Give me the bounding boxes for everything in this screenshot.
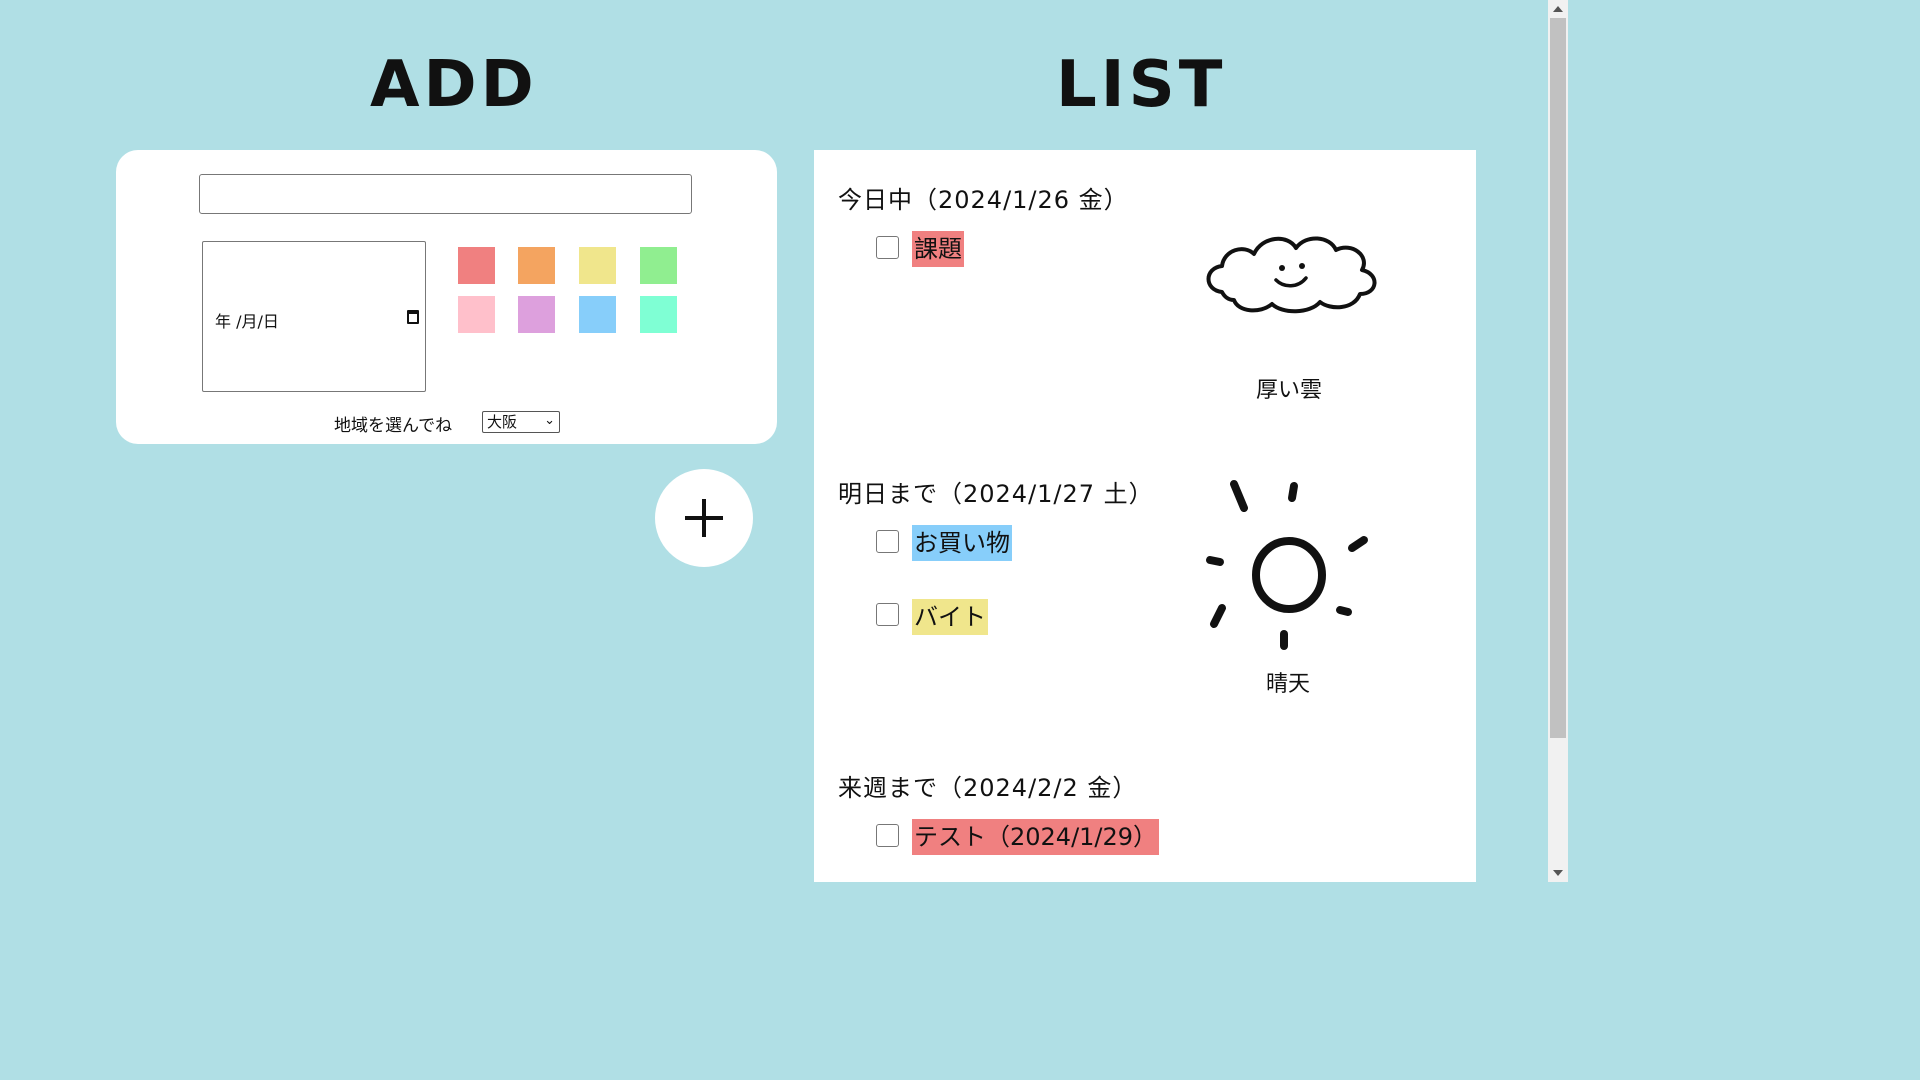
group-title-tomorrow: 明日まで（2024/1/27 土） <box>838 480 1154 508</box>
color-swatch-green[interactable] <box>640 247 677 284</box>
scroll-down-arrow-icon[interactable] <box>1553 870 1563 876</box>
add-form-card: 年 /月/日 地域を選んでね 大阪 ⌄ <box>116 150 777 444</box>
todo-checkbox[interactable] <box>876 824 899 847</box>
cloud-icon <box>1206 236 1377 314</box>
list-heading: LIST <box>1056 48 1227 122</box>
chevron-down-icon: ⌄ <box>544 413 555 428</box>
todo-label: テスト（2024/1/29） <box>912 819 1160 855</box>
color-swatch-orange[interactable] <box>518 247 555 284</box>
add-todo-button[interactable] <box>655 469 753 567</box>
todo-list-card: 今日中（2024/1/26 金） 課題 厚い雲 明日まで（2024/1/27 土… <box>814 150 1476 882</box>
page-scrollbar[interactable] <box>1548 0 1568 882</box>
todo-checkbox[interactable] <box>876 530 899 553</box>
todo-checkbox[interactable] <box>876 236 899 259</box>
scroll-up-arrow-icon[interactable] <box>1553 6 1563 12</box>
date-input[interactable]: 年 /月/日 <box>202 241 426 392</box>
group-title-today: 今日中（2024/1/26 金） <box>838 186 1129 214</box>
scrollbar-thumb[interactable] <box>1550 18 1566 738</box>
sun-icon <box>1206 480 1368 650</box>
region-label: 地域を選んでね <box>334 416 453 436</box>
todo-label: 課題 <box>912 231 964 267</box>
group-title-next-week: 来週まで（2024/2/2 金） <box>838 774 1138 802</box>
todo-checkbox[interactable] <box>876 603 899 626</box>
region-selected-value: 大阪 <box>487 413 518 431</box>
date-placeholder: 年 /月/日 <box>215 312 279 331</box>
weather-label: 晴天 <box>1266 672 1311 697</box>
color-swatch-yellow[interactable] <box>579 247 616 284</box>
region-select[interactable]: 大阪 ⌄ <box>482 411 560 433</box>
todo-title-input[interactable] <box>199 174 692 214</box>
todo-label: お買い物 <box>912 525 1012 561</box>
color-swatch-pink[interactable] <box>458 296 495 333</box>
add-heading: ADD <box>370 48 538 122</box>
color-swatch-aquamarine[interactable] <box>640 296 677 333</box>
weather-label: 厚い雲 <box>1256 378 1323 403</box>
color-swatch-blue[interactable] <box>579 296 616 333</box>
color-swatch-red[interactable] <box>458 247 495 284</box>
calendar-icon[interactable] <box>407 310 419 324</box>
todo-label: バイト <box>912 599 988 635</box>
color-swatch-purple[interactable] <box>518 296 555 333</box>
